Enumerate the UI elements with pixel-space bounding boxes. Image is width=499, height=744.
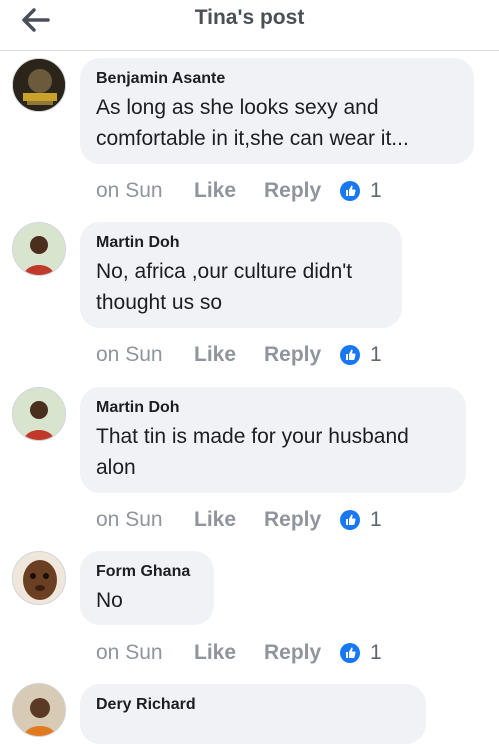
top-bar: Tina's post (0, 0, 499, 51)
comment-line: comfortable in it,she can wear it... (96, 127, 409, 150)
reply-button[interactable]: Reply (264, 641, 340, 665)
avatar[interactable] (12, 683, 66, 737)
comment-actions: on Sun Like Reply 1 (96, 639, 382, 667)
comment-timestamp[interactable]: on Sun (96, 179, 194, 203)
comment-line: That tin is made for your husband (96, 425, 409, 448)
comment-timestamp[interactable]: on Sun (96, 343, 194, 367)
comment-bubble: Dery Richard (80, 684, 426, 744)
comment-bubble: Benjamin Asante As long as she looks sex… (80, 58, 474, 164)
comment-text: No, africa ,our culture didn't thought u… (96, 256, 384, 318)
comment-author[interactable]: Benjamin Asante (96, 68, 456, 90)
avatar[interactable] (12, 387, 66, 441)
comment-author[interactable]: Martin Doh (96, 232, 384, 254)
avatar[interactable] (12, 222, 66, 276)
thumbs-up-icon[interactable] (340, 345, 360, 365)
like-count: 1 (370, 508, 382, 531)
like-button[interactable]: Like (194, 179, 264, 203)
thumbs-up-icon[interactable] (340, 181, 360, 201)
like-button[interactable]: Like (194, 641, 264, 665)
page-title: Tina's post (194, 6, 305, 29)
avatar-image (13, 388, 65, 440)
avatar[interactable] (12, 551, 66, 605)
comment-actions: on Sun Like Reply 1 (96, 341, 382, 369)
comment-author[interactable]: Dery Richard (96, 694, 408, 716)
reply-button[interactable]: Reply (264, 508, 340, 532)
thumbs-up-icon[interactable] (340, 643, 360, 663)
like-count: 1 (370, 179, 382, 202)
comment-bubble: Martin Doh That tin is made for your hus… (80, 387, 466, 493)
comment-bubble: Form Ghana No (80, 551, 214, 625)
comment-text: No (96, 585, 196, 616)
avatar-image (13, 552, 65, 604)
comment-line: alon (96, 456, 136, 479)
comment-bubble: Martin Doh No, africa ,our culture didn'… (80, 222, 402, 328)
comment-author[interactable]: Form Ghana (96, 561, 196, 583)
avatar-image (13, 684, 65, 736)
comment-timestamp[interactable]: on Sun (96, 641, 194, 665)
comment-text: That tin is made for your husband alon (96, 421, 448, 483)
avatar-image (13, 223, 65, 275)
comment-text: As long as she looks sexy and comfortabl… (96, 92, 456, 154)
avatar-image (13, 59, 65, 111)
reply-button[interactable]: Reply (264, 179, 340, 203)
comment-actions: on Sun Like Reply 1 (96, 177, 382, 205)
comment-line: No (96, 589, 123, 612)
like-button[interactable]: Like (194, 508, 264, 532)
thumbs-up-icon[interactable] (340, 510, 360, 530)
like-count: 1 (370, 343, 382, 366)
comment-author[interactable]: Martin Doh (96, 397, 448, 419)
reply-button[interactable]: Reply (264, 343, 340, 367)
avatar[interactable] (12, 58, 66, 112)
like-count: 1 (370, 641, 382, 664)
comment-line: thought us so (96, 291, 223, 314)
comment-actions: on Sun Like Reply 1 (96, 506, 382, 534)
comment-line: As long as she looks sexy and (96, 96, 379, 119)
like-button[interactable]: Like (194, 343, 264, 367)
comment-timestamp[interactable]: on Sun (96, 508, 194, 532)
comment-line: No, africa ,our culture didn't (96, 260, 353, 283)
